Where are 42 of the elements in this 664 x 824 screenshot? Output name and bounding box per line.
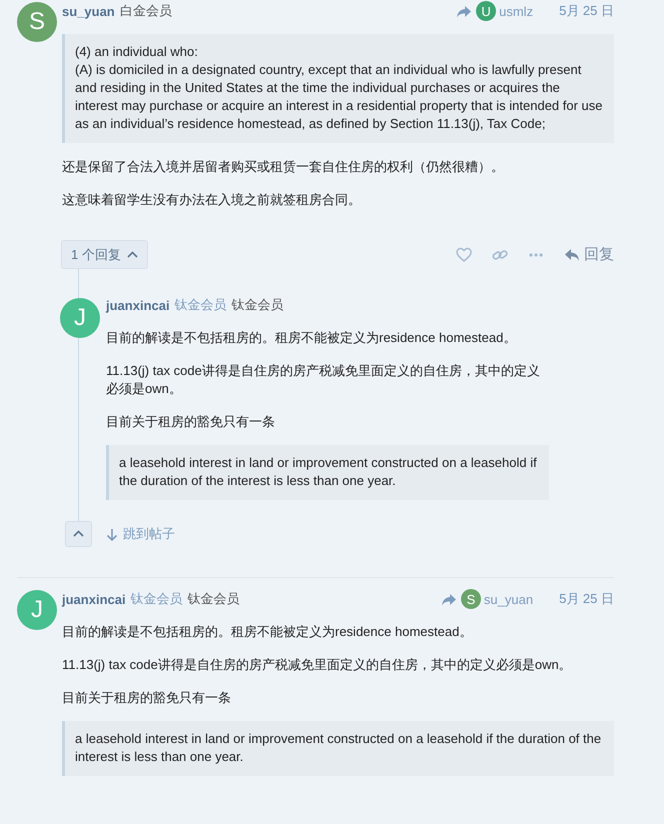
user-title: 钛金会员 [232, 296, 284, 314]
user-group[interactable]: 钛金会员 [130, 590, 183, 608]
collapse-button[interactable] [65, 521, 92, 547]
post-text: 目前关于租房的豁免只有一条 [62, 689, 232, 707]
post-text: 目前关于租房的豁免只有一条 [106, 413, 276, 431]
link-icon [492, 248, 508, 261]
quote-text: (A) is domiciled in a designated country, except that an individual who is lawfully present and residing in the United States at the time the individual purchases or acquires the interest may purchase or acquire an interest in a residential property that is intended for use as an individual’s residence homestead, as defined by Section 11.13(j), Tax Code; [75, 61, 604, 133]
avatar[interactable]: S [17, 2, 57, 42]
quote-text: a leasehold interest in land or improvement constructed on a leasehold if the duration of the interest is less than one year. [75, 730, 602, 766]
reply-button[interactable]: 回复 [564, 245, 614, 264]
post-text: 这意味着留学生没有办法在入境之前就签租房合同。 [62, 191, 362, 209]
quote-text: a leasehold interest in land or improvement constructed on a leasehold if the duration of the interest is less than one year. [119, 454, 538, 490]
user-title: 钛金会员 [188, 590, 240, 608]
user-title: 白金会员 [120, 2, 172, 20]
chevron-up-icon [73, 530, 84, 538]
username[interactable]: juanxincai [62, 592, 126, 606]
post-text: 11.13(j) tax code讲得是自住房的房产税减免里面定义的自住房，其中的定义必须是own。 [62, 656, 573, 674]
avatar[interactable]: U [476, 1, 496, 21]
reply-to-username[interactable]: su_yuan [484, 592, 534, 606]
username[interactable]: su_yuan [62, 4, 115, 18]
avatar[interactable]: S [460, 589, 481, 609]
post-text: 目前的解读是不包括租房的。租房不能被定义为residence homestead。 [106, 329, 518, 347]
jump-to-post-link[interactable]: 跳到帖子 [106, 525, 175, 543]
chevron-up-icon [126, 250, 138, 258]
username[interactable]: juanxincai [106, 298, 170, 312]
more-icon [529, 252, 543, 256]
reply-to-username[interactable]: usmlz [499, 4, 534, 18]
post-text: 目前的解读是不包括租房的。租房不能被定义为residence homestead。 [62, 623, 474, 641]
reply-icon [564, 248, 580, 262]
user-group[interactable]: 钛金会员 [174, 296, 227, 314]
post-text: 还是保留了合法入境并居留者购买或租赁一套自住住房的权利（仍然很糟）。 [62, 158, 505, 176]
replies-button[interactable]: 1 个回复 [61, 240, 148, 269]
like-icon [456, 247, 472, 262]
post-date[interactable]: 5月 25 日 [559, 590, 614, 608]
quote-text: (4) an individual who: [75, 43, 199, 61]
arrow-down-icon [106, 528, 118, 540]
avatar[interactable]: J [17, 590, 57, 630]
avatar[interactable]: J [60, 298, 100, 338]
post-text: 11.13(j) tax code讲得是自住房的房产税减免里面定义的自住房，其中的定义必须是own。 [106, 362, 541, 398]
reply-arrow-icon [456, 4, 472, 18]
reply-arrow-icon [440, 592, 457, 606]
post-date[interactable]: 5月 25 日 [559, 2, 614, 20]
